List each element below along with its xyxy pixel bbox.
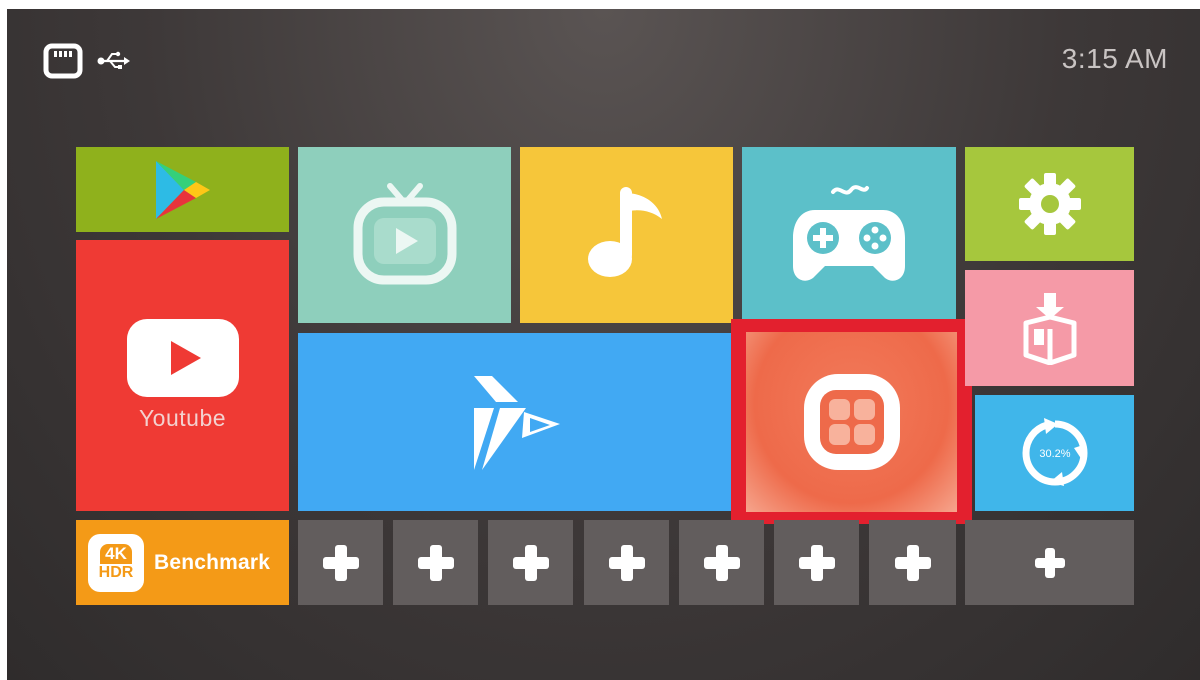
cleaner-percent: 30.2% (1039, 448, 1070, 460)
badge-4k: 4K (100, 543, 132, 564)
status-icons (43, 43, 131, 84)
games-tile[interactable] (742, 147, 956, 323)
add-shortcut-slot[interactable] (869, 520, 956, 605)
video-player-icon (468, 372, 564, 472)
youtube-label: Youtube (138, 405, 227, 431)
plus-icon (893, 543, 933, 583)
cleaner-tile[interactable]: 30.2% (975, 395, 1134, 511)
usb-icon (97, 51, 131, 76)
clock: 3:15 AM (1061, 43, 1168, 74)
plus-icon (607, 543, 647, 583)
sd-card-icon (43, 43, 83, 84)
gamepad-icon (789, 180, 909, 290)
apps-grid-icon (800, 370, 904, 474)
gear-icon (1017, 171, 1083, 237)
live-tv-tile[interactable] (298, 147, 511, 323)
add-shortcut-slot[interactable] (393, 520, 478, 605)
tv-icon (350, 182, 460, 288)
youtube-icon (126, 319, 239, 397)
all-apps-tile[interactable] (746, 332, 957, 512)
benchmark-tile[interactable]: 4K HDR Benchmark (76, 520, 289, 605)
add-shortcut-slot[interactable] (965, 520, 1134, 605)
music-tile[interactable] (520, 147, 733, 323)
music-note-icon (582, 185, 672, 285)
badge-hdr: HDR (98, 563, 134, 581)
cleaner-icon: 30.2% (1020, 418, 1090, 488)
plus-icon (1033, 546, 1067, 580)
add-shortcut-slot[interactable] (584, 520, 669, 605)
add-shortcut-slot[interactable] (774, 520, 859, 605)
4k-hdr-icon: 4K HDR (88, 533, 144, 592)
plus-icon (797, 543, 837, 583)
settings-tile[interactable] (965, 147, 1134, 261)
play-store-icon (154, 159, 212, 221)
youtube-tile[interactable]: Youtube (76, 240, 289, 511)
plus-icon (702, 543, 742, 583)
plus-icon (416, 543, 456, 583)
add-shortcut-slot[interactable] (298, 520, 383, 605)
add-shortcut-slot[interactable] (679, 520, 764, 605)
app-installer-tile[interactable] (965, 270, 1134, 386)
benchmark-label: Benchmark (154, 550, 271, 574)
plus-icon (321, 543, 361, 583)
plus-icon (511, 543, 551, 583)
play-store-tile[interactable] (76, 147, 289, 232)
video-player-tile[interactable] (298, 333, 733, 511)
install-box-icon (1018, 291, 1082, 365)
add-shortcut-slot[interactable] (488, 520, 573, 605)
launcher-screen: 3:15 AM Youtube 30.2% 4K HDR Benchmark (7, 9, 1200, 680)
